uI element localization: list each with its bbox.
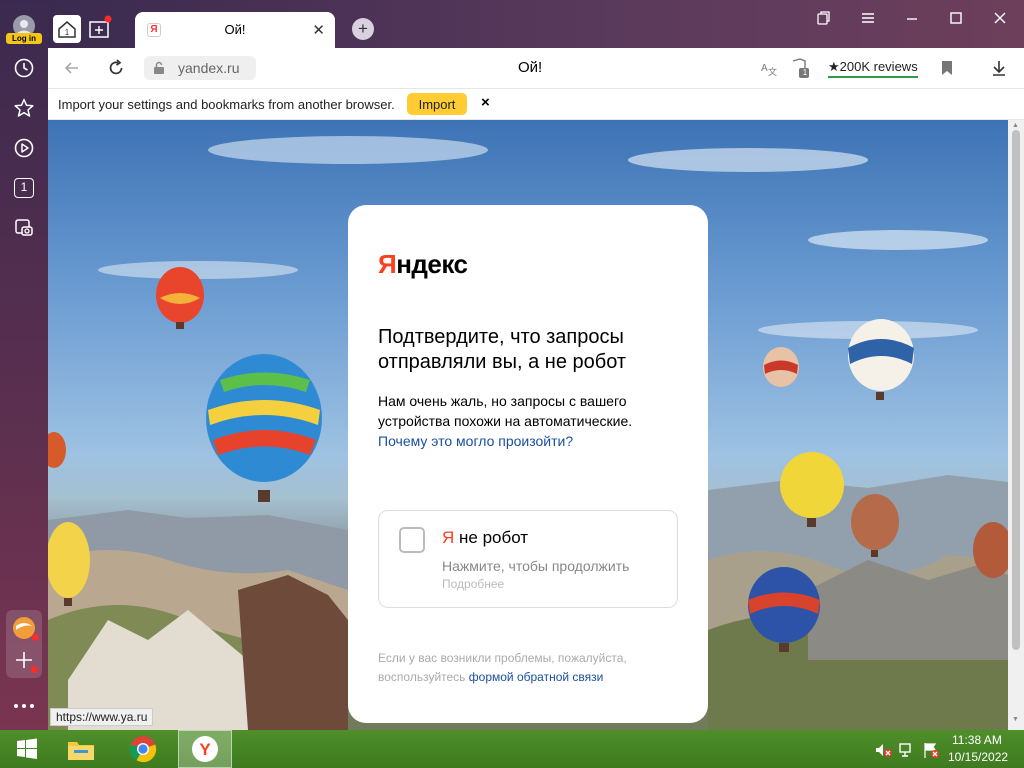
svg-text:文: 文 [768,66,777,77]
tab-group-icon[interactable] [86,14,116,44]
volume-muted-icon[interactable] [874,741,892,759]
minimize-icon[interactable] [900,8,924,28]
home-tab-button[interactable]: 1 [52,14,82,44]
robot-check-widget[interactable]: Я не робот Нажмите, чтобы продолжить Под… [378,510,678,608]
link-status-tooltip: https://www.ya.ru [50,708,154,726]
screenshot-camera-icon[interactable] [10,214,38,242]
more-dots-icon[interactable] [13,698,35,708]
robot-rest: не робот [454,528,529,547]
vertical-scrollbar[interactable]: ▲ ▼ [1008,120,1024,730]
protect-shield-icon[interactable]: 1 [790,57,812,79]
svg-text:Y: Y [199,740,211,759]
windows-taskbar: Y 11:38 AM 10/15/2022 [0,730,1024,768]
chrome-icon[interactable] [116,730,170,768]
logo-ya: Я [378,249,397,279]
yandex-browser-taskbar-icon[interactable]: Y [178,730,232,768]
scroll-thumb[interactable] [1012,130,1020,650]
tab-active[interactable]: Я Ой! ✕ [135,12,335,48]
robot-label: Я не робот [442,528,528,548]
clock-time[interactable]: 11:38 AM [952,733,1002,747]
why-link[interactable]: Почему это могло произойти? [378,433,573,449]
import-message: Import your settings and bookmarks from … [58,97,395,112]
tab-counter: 1 [14,178,34,198]
menu-hamburger-icon[interactable] [856,8,880,28]
browser-sidebar: Log in 1 [0,0,48,730]
add-app-plus-icon[interactable] [14,650,38,673]
reviews-link[interactable]: ★200K reviews [828,59,918,78]
yandex-logo: Яндекс [378,249,468,280]
tab-title: Ой! [224,22,246,37]
import-infobar: Import your settings and bookmarks from … [48,89,1024,120]
download-icon[interactable] [990,59,1008,77]
login-button[interactable]: Log in [6,33,42,44]
balloon [763,347,799,387]
balloon [156,267,204,329]
new-tab-plus-icon[interactable]: + [352,18,374,40]
maximize-icon[interactable] [944,8,968,28]
import-button[interactable]: Import [407,93,467,115]
balloon [48,432,66,468]
tab-counter-button[interactable]: 1 [10,174,38,202]
bookmark-icon[interactable] [938,59,956,77]
page-title: Ой! [518,59,543,76]
tab-favicon: Я [147,23,161,37]
robot-checkbox[interactable] [399,527,425,553]
logo-rest: ндекс [396,249,468,279]
media-play-icon[interactable] [10,134,38,162]
translate-icon[interactable]: A文 [760,59,778,77]
close-window-icon[interactable] [988,8,1012,28]
file-explorer-icon[interactable] [54,730,108,768]
tab-badge: 1 [802,68,808,77]
favorites-star-icon[interactable] [10,94,38,122]
reload-icon[interactable] [106,58,126,78]
infobar-close-icon[interactable]: × [481,94,490,111]
url-text: yandex.ru [178,60,240,76]
robot-ya: Я [442,528,455,547]
captcha-card: Яндекс Подтвердите, что запросы отправля… [348,205,708,723]
url-field[interactable]: yandex.ru [144,56,256,80]
scroll-down-arrow-icon[interactable]: ▼ [1012,716,1019,723]
network-icon[interactable] [898,741,916,759]
action-center-flag-icon[interactable] [922,741,940,759]
tab-close-icon[interactable]: ✕ [312,21,325,39]
balloon [206,354,322,502]
robot-subtitle: Нажмите, чтобы продолжить [442,558,630,574]
back-arrow-icon[interactable] [62,58,82,78]
sidebar-apps-panel [6,610,42,678]
zen-app-icon[interactable] [12,616,39,641]
start-windows-icon[interactable] [0,730,54,768]
feedback-link[interactable]: формой обратной связи [469,670,604,684]
title-bar: 1 Я Ой! ✕ + [48,0,1024,48]
address-bar: yandex.ru Ой! A文 1 ★200K reviews [48,48,1024,89]
captcha-heading: Подтвердите, что запросы отправляли вы, … [378,326,627,373]
lock-icon[interactable] [152,61,166,75]
clock-date[interactable]: 10/15/2022 [948,750,1008,764]
scroll-up-arrow-icon[interactable]: ▲ [1012,122,1019,129]
balloon [848,319,914,400]
svg-text:1: 1 [65,28,70,37]
collections-icon[interactable] [812,8,836,28]
svg-text:A: A [761,63,768,74]
history-clock-icon[interactable] [10,54,38,82]
more-info-link[interactable]: Подробнее [442,577,504,591]
description-text: Нам очень жаль, но запросы с вашего устр… [378,393,633,429]
captcha-description: Нам очень жаль, но запросы с вашего устр… [378,391,638,451]
captcha-footer: Если у вас возникли проблемы, пожалуйста… [378,649,678,687]
page-content: Яндекс Подтвердите, что запросы отправля… [48,120,1008,730]
